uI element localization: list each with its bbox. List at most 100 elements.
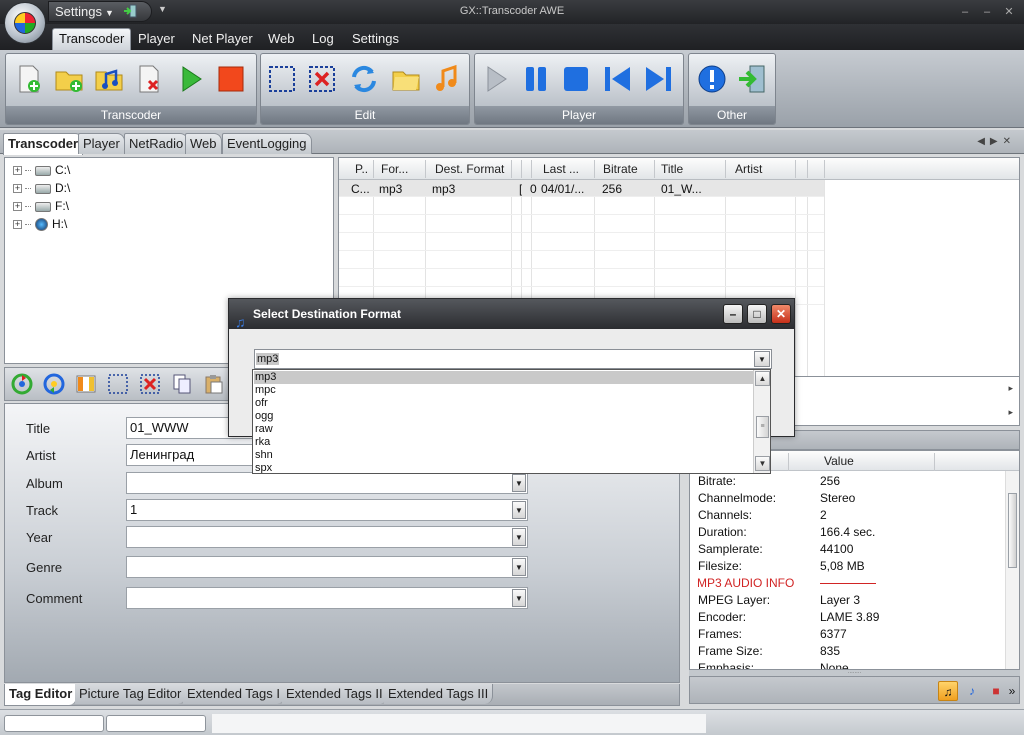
collapse-icon[interactable]: ▸ (1008, 383, 1013, 394)
chevron-down-icon[interactable]: ▼ (512, 528, 526, 546)
audio-file-icon[interactable]: ♪ (962, 681, 982, 701)
properties-scrollbar[interactable] (1005, 471, 1019, 669)
format-option[interactable]: rka (254, 436, 753, 449)
menu-settings[interactable]: Settings (346, 29, 405, 49)
column-header[interactable]: Title (661, 162, 683, 176)
menu-web[interactable]: Web (262, 29, 301, 49)
add-file-icon[interactable] (14, 64, 44, 94)
chevron-down-icon[interactable]: ▼ (512, 558, 526, 576)
scrollbar-thumb[interactable]: ≡ (756, 416, 769, 438)
dialog-close-button[interactable]: ✕ (771, 304, 791, 324)
minimize-button[interactable]: – (958, 6, 972, 18)
open-folder-icon[interactable] (391, 64, 421, 94)
collapse-icon[interactable]: ▸ (1008, 407, 1013, 418)
dialog-maximize-button[interactable]: □ (747, 304, 767, 324)
menu-transcoder[interactable]: Transcoder (52, 28, 132, 50)
destination-format-select[interactable]: mp3 ▼ (254, 349, 772, 369)
dialog-minimize-button[interactable]: – (723, 304, 743, 324)
select-icon[interactable] (107, 373, 129, 395)
format-option[interactable]: spx (254, 462, 753, 473)
menu-log[interactable]: Log (306, 29, 340, 49)
tab-tag-editor[interactable]: Tag Editor (5, 684, 78, 705)
tab-picture-tag-editor[interactable]: Picture Tag Editor (75, 684, 187, 704)
delete-selection-icon[interactable] (307, 64, 337, 94)
image-file-icon[interactable]: ■ (986, 681, 1006, 701)
delete-selection-icon[interactable] (139, 373, 161, 395)
add-folder-icon[interactable] (54, 64, 84, 94)
column-header[interactable]: P.. (355, 162, 368, 176)
table-row[interactable]: C... mp3 mp3 [ 0 04/01/... 256 01_W... (339, 180, 824, 197)
tab-extended-tags-1[interactable]: Extended Tags I (183, 684, 285, 704)
format-option[interactable]: ofr (254, 397, 753, 410)
refresh-icon[interactable] (349, 64, 379, 94)
columns-icon[interactable] (75, 373, 97, 395)
player-stop-icon[interactable] (561, 64, 591, 94)
track-field[interactable]: 1 ▼ (126, 499, 528, 521)
write-tags-icon[interactable] (43, 373, 65, 395)
tab-player[interactable]: Player (78, 133, 125, 154)
app-orb-button[interactable] (4, 2, 46, 44)
expand-icon[interactable]: + (13, 166, 22, 176)
tab-extended-tags-3[interactable]: Extended Tags III (384, 684, 494, 704)
scrollbar-thumb[interactable] (1008, 493, 1017, 568)
maximize-button[interactable]: – (980, 6, 994, 18)
exit-app-icon[interactable] (737, 64, 767, 94)
format-option[interactable]: raw (254, 423, 753, 436)
play-icon[interactable] (481, 64, 511, 94)
tab-eventlogging[interactable]: EventLogging (222, 133, 312, 154)
tab-transcoder[interactable]: Transcoder (3, 133, 84, 155)
menu-net-player[interactable]: Net Player (186, 29, 259, 49)
tree-item[interactable]: + C:\ (13, 162, 70, 178)
column-header[interactable]: Artist (735, 162, 762, 176)
start-icon[interactable] (176, 64, 206, 94)
album-field[interactable]: ▼ (126, 472, 528, 494)
year-field[interactable]: ▼ (126, 526, 528, 548)
format-option[interactable]: mp3 (254, 371, 753, 384)
select-icon[interactable] (267, 64, 297, 94)
column-header[interactable]: Last ... (543, 162, 579, 176)
tree-item[interactable]: + H:\ (13, 216, 67, 232)
format-list-scrollbar[interactable]: ▲ ≡ ▼ (753, 370, 770, 473)
format-option[interactable]: shn (254, 449, 753, 462)
tab-navigation-icon[interactable]: ◀▶✕ (977, 136, 1016, 147)
expand-icon[interactable]: + (13, 220, 22, 230)
tab-extended-tags-2[interactable]: Extended Tags II (282, 684, 388, 704)
expand-icon[interactable]: + (13, 184, 22, 194)
format-option[interactable]: ogg (254, 410, 753, 423)
menu-player[interactable]: Player (132, 29, 181, 49)
column-header[interactable]: For... (381, 162, 408, 176)
expand-icon[interactable]: + (13, 202, 22, 212)
next-icon[interactable] (643, 64, 673, 94)
chevron-down-icon[interactable]: ▼ (512, 589, 526, 607)
chevron-down-icon[interactable]: ▼ (754, 351, 770, 367)
pause-icon[interactable] (521, 64, 551, 94)
paste-icon[interactable] (203, 373, 225, 395)
read-tags-icon[interactable] (11, 373, 33, 395)
app-logo-icon (14, 12, 36, 34)
scroll-up-icon[interactable]: ▲ (755, 371, 770, 386)
scroll-down-icon[interactable]: ▼ (755, 456, 770, 471)
format-option[interactable]: mpc (254, 384, 753, 397)
music-note-icon[interactable]: ♫ (938, 681, 958, 701)
column-header[interactable]: Dest. Format (435, 162, 504, 176)
stop-icon[interactable] (216, 64, 246, 94)
remove-file-icon[interactable] (134, 64, 164, 94)
prop-value: 6377 (820, 627, 847, 641)
previous-icon[interactable] (603, 64, 633, 94)
tab-netradio[interactable]: NetRadio (124, 133, 189, 154)
tree-item[interactable]: + D:\ (13, 180, 70, 196)
info-icon[interactable] (697, 64, 727, 94)
genre-field[interactable]: ▼ (126, 556, 528, 578)
overflow-icon[interactable]: » (1006, 681, 1018, 701)
add-music-folder-icon[interactable] (94, 64, 124, 94)
tab-web[interactable]: Web (185, 133, 222, 154)
tree-item[interactable]: + F:\ (13, 198, 69, 214)
copy-icon[interactable] (171, 373, 193, 395)
chevron-down-icon[interactable]: ▼ (512, 501, 526, 519)
comment-field[interactable]: ▼ (126, 587, 528, 609)
chevron-down-icon[interactable]: ▼ (512, 474, 526, 492)
column-header[interactable]: Bitrate (603, 162, 638, 176)
music-note-icon[interactable] (431, 64, 461, 94)
value-column-header[interactable]: Value (824, 454, 854, 468)
close-button[interactable]: ✕ (1002, 6, 1016, 18)
